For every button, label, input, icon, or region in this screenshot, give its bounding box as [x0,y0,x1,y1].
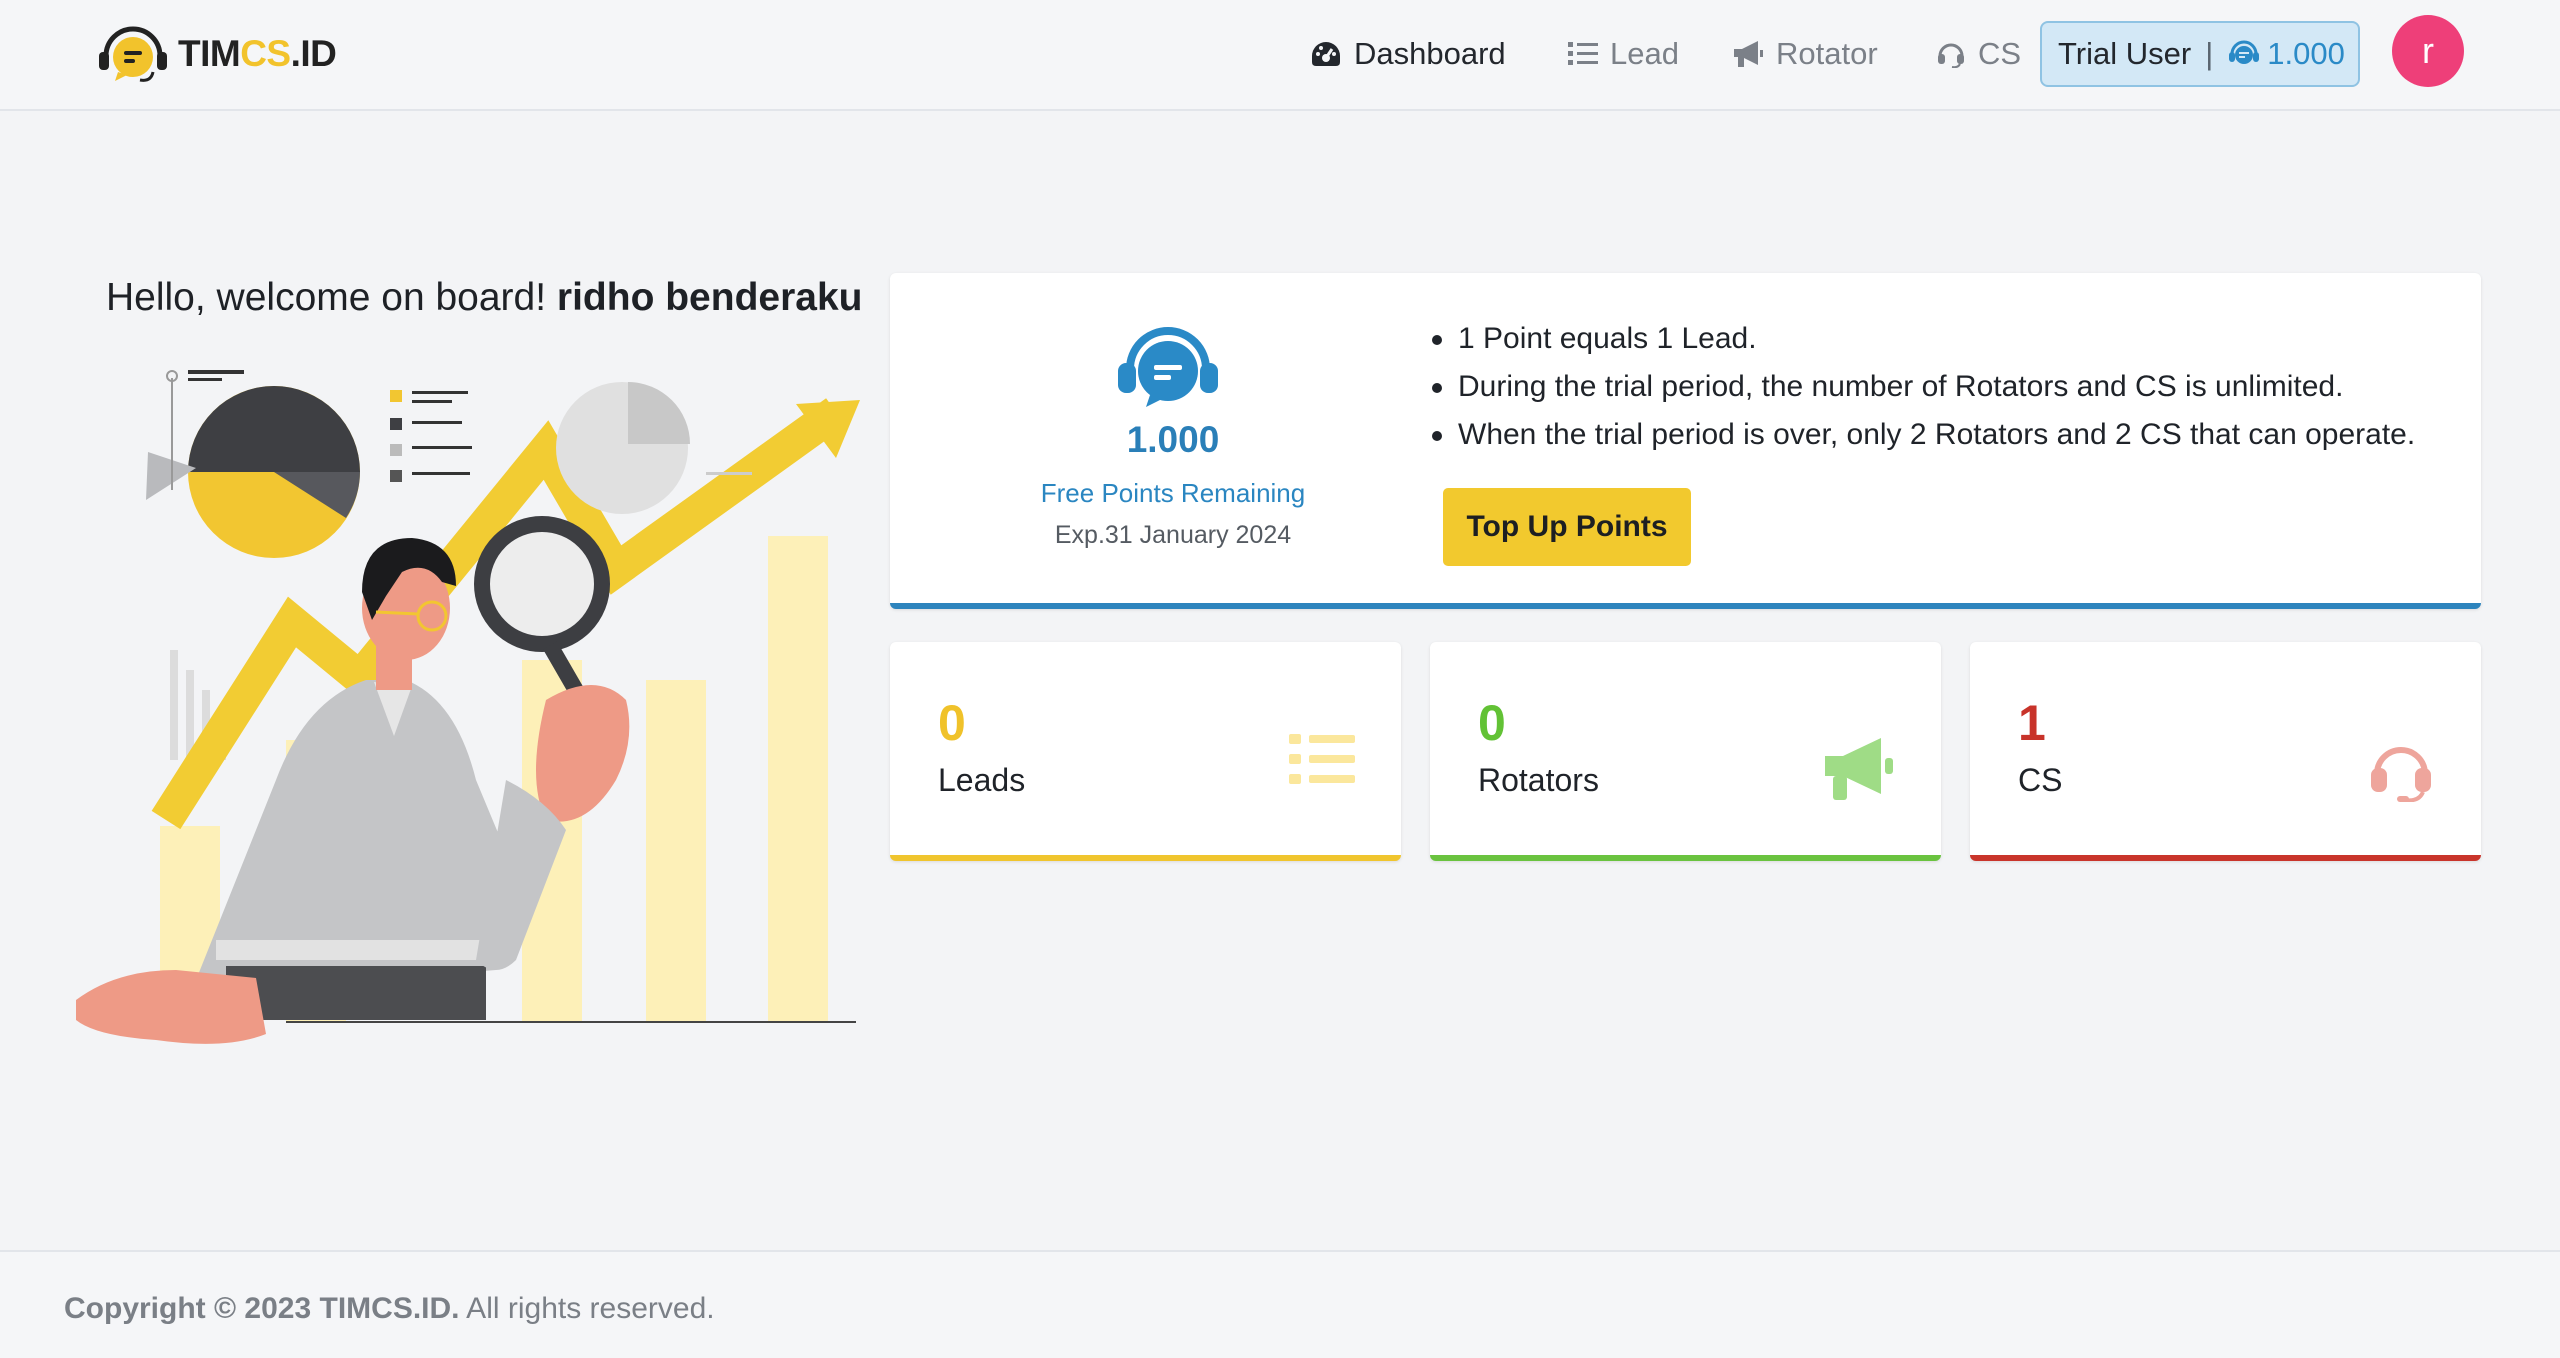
points-note: When the trial period is over, only 2 Ro… [1428,411,2415,459]
nav-dashboard-label: Dashboard [1354,36,1506,71]
app-logo[interactable]: TIMCS.ID [96,24,337,84]
points-expiry: Exp.31 January 2024 [1054,521,1292,549]
footer: Copyright © 2023 TIMCS.ID. All rights re… [0,1250,2560,1358]
welcome-heading: Hello, welcome on board! ridho benderaku [106,276,862,320]
welcome-greeting: Hello, welcome on board! [106,276,547,319]
list-icon [1568,42,1598,65]
nav-dashboard[interactable]: Dashboard [1310,32,1506,76]
points-note: During the trial period, the number of R… [1428,363,2415,411]
points-chat-icon [2229,40,2260,64]
list-icon [1289,734,1355,784]
megaphone-icon [1734,41,1763,67]
nav-cs[interactable]: CS [1936,32,2021,76]
stat-card-rotators[interactable]: 0 Rotators [1430,642,1941,861]
points-label: Free Points Remaining [1040,478,1306,508]
nav-rotator[interactable]: Rotator [1732,32,1878,76]
nav-lead-label: Lead [1610,36,1679,71]
headset-icon [1938,43,1964,68]
trial-points-value: 1.000 [2267,36,2345,71]
stat-card-leads[interactable]: 0 Leads [890,642,1401,861]
analytics-illustration [76,370,860,1044]
trial-user-badge[interactable]: Trial User | 1.000 [2040,21,2360,87]
nav-rotator-label: Rotator [1776,36,1878,71]
dashboard-gauge-icon [1312,42,1340,66]
logo-text: TIMCS.ID [178,33,337,74]
points-notes-list: 1 Point equals 1 Lead. During the trial … [1428,315,2415,459]
welcome-user-name: ridho benderaku [556,276,863,319]
stat-rotators-value: 0 [1478,695,1506,751]
headset-icon [2371,747,2431,802]
stat-rotators-label: Rotators [1478,762,1599,798]
user-avatar[interactable]: r [2392,15,2464,87]
stat-cs-value: 1 [2018,695,2046,751]
top-navbar: TIMCS.ID Dashboard Lead Rotator CS Trial… [0,0,2560,111]
stat-leads-value: 0 [938,695,966,751]
nav-lead[interactable]: Lead [1568,32,1679,76]
copyright-brand: Copyright © 2023 TIMCS.ID. [64,1292,460,1325]
nav-cs-label: CS [1978,36,2022,71]
megaphone-icon [1825,738,1893,800]
stat-cs-label: CS [2018,762,2063,798]
stat-card-cs[interactable]: 1 CS [1970,642,2481,861]
points-value: 1.000 [1126,419,1220,460]
points-chat-icon [1118,327,1218,407]
points-summary-card: 1.000 Free Points Remaining Exp.31 Janua… [890,273,2481,609]
trial-label: Trial User [2058,36,2192,71]
headset-chat-logo-icon [99,26,167,82]
stat-leads-label: Leads [938,762,1026,798]
trial-separator: | [2205,36,2214,71]
top-up-points-button[interactable]: Top Up Points [1443,488,1691,566]
copyright-rights: All rights reserved. [459,1292,715,1325]
avatar-letter: r [2422,30,2434,71]
points-note: 1 Point equals 1 Lead. [1428,315,2415,363]
copyright-text: Copyright © 2023 TIMCS.ID. All rights re… [64,1292,715,1326]
